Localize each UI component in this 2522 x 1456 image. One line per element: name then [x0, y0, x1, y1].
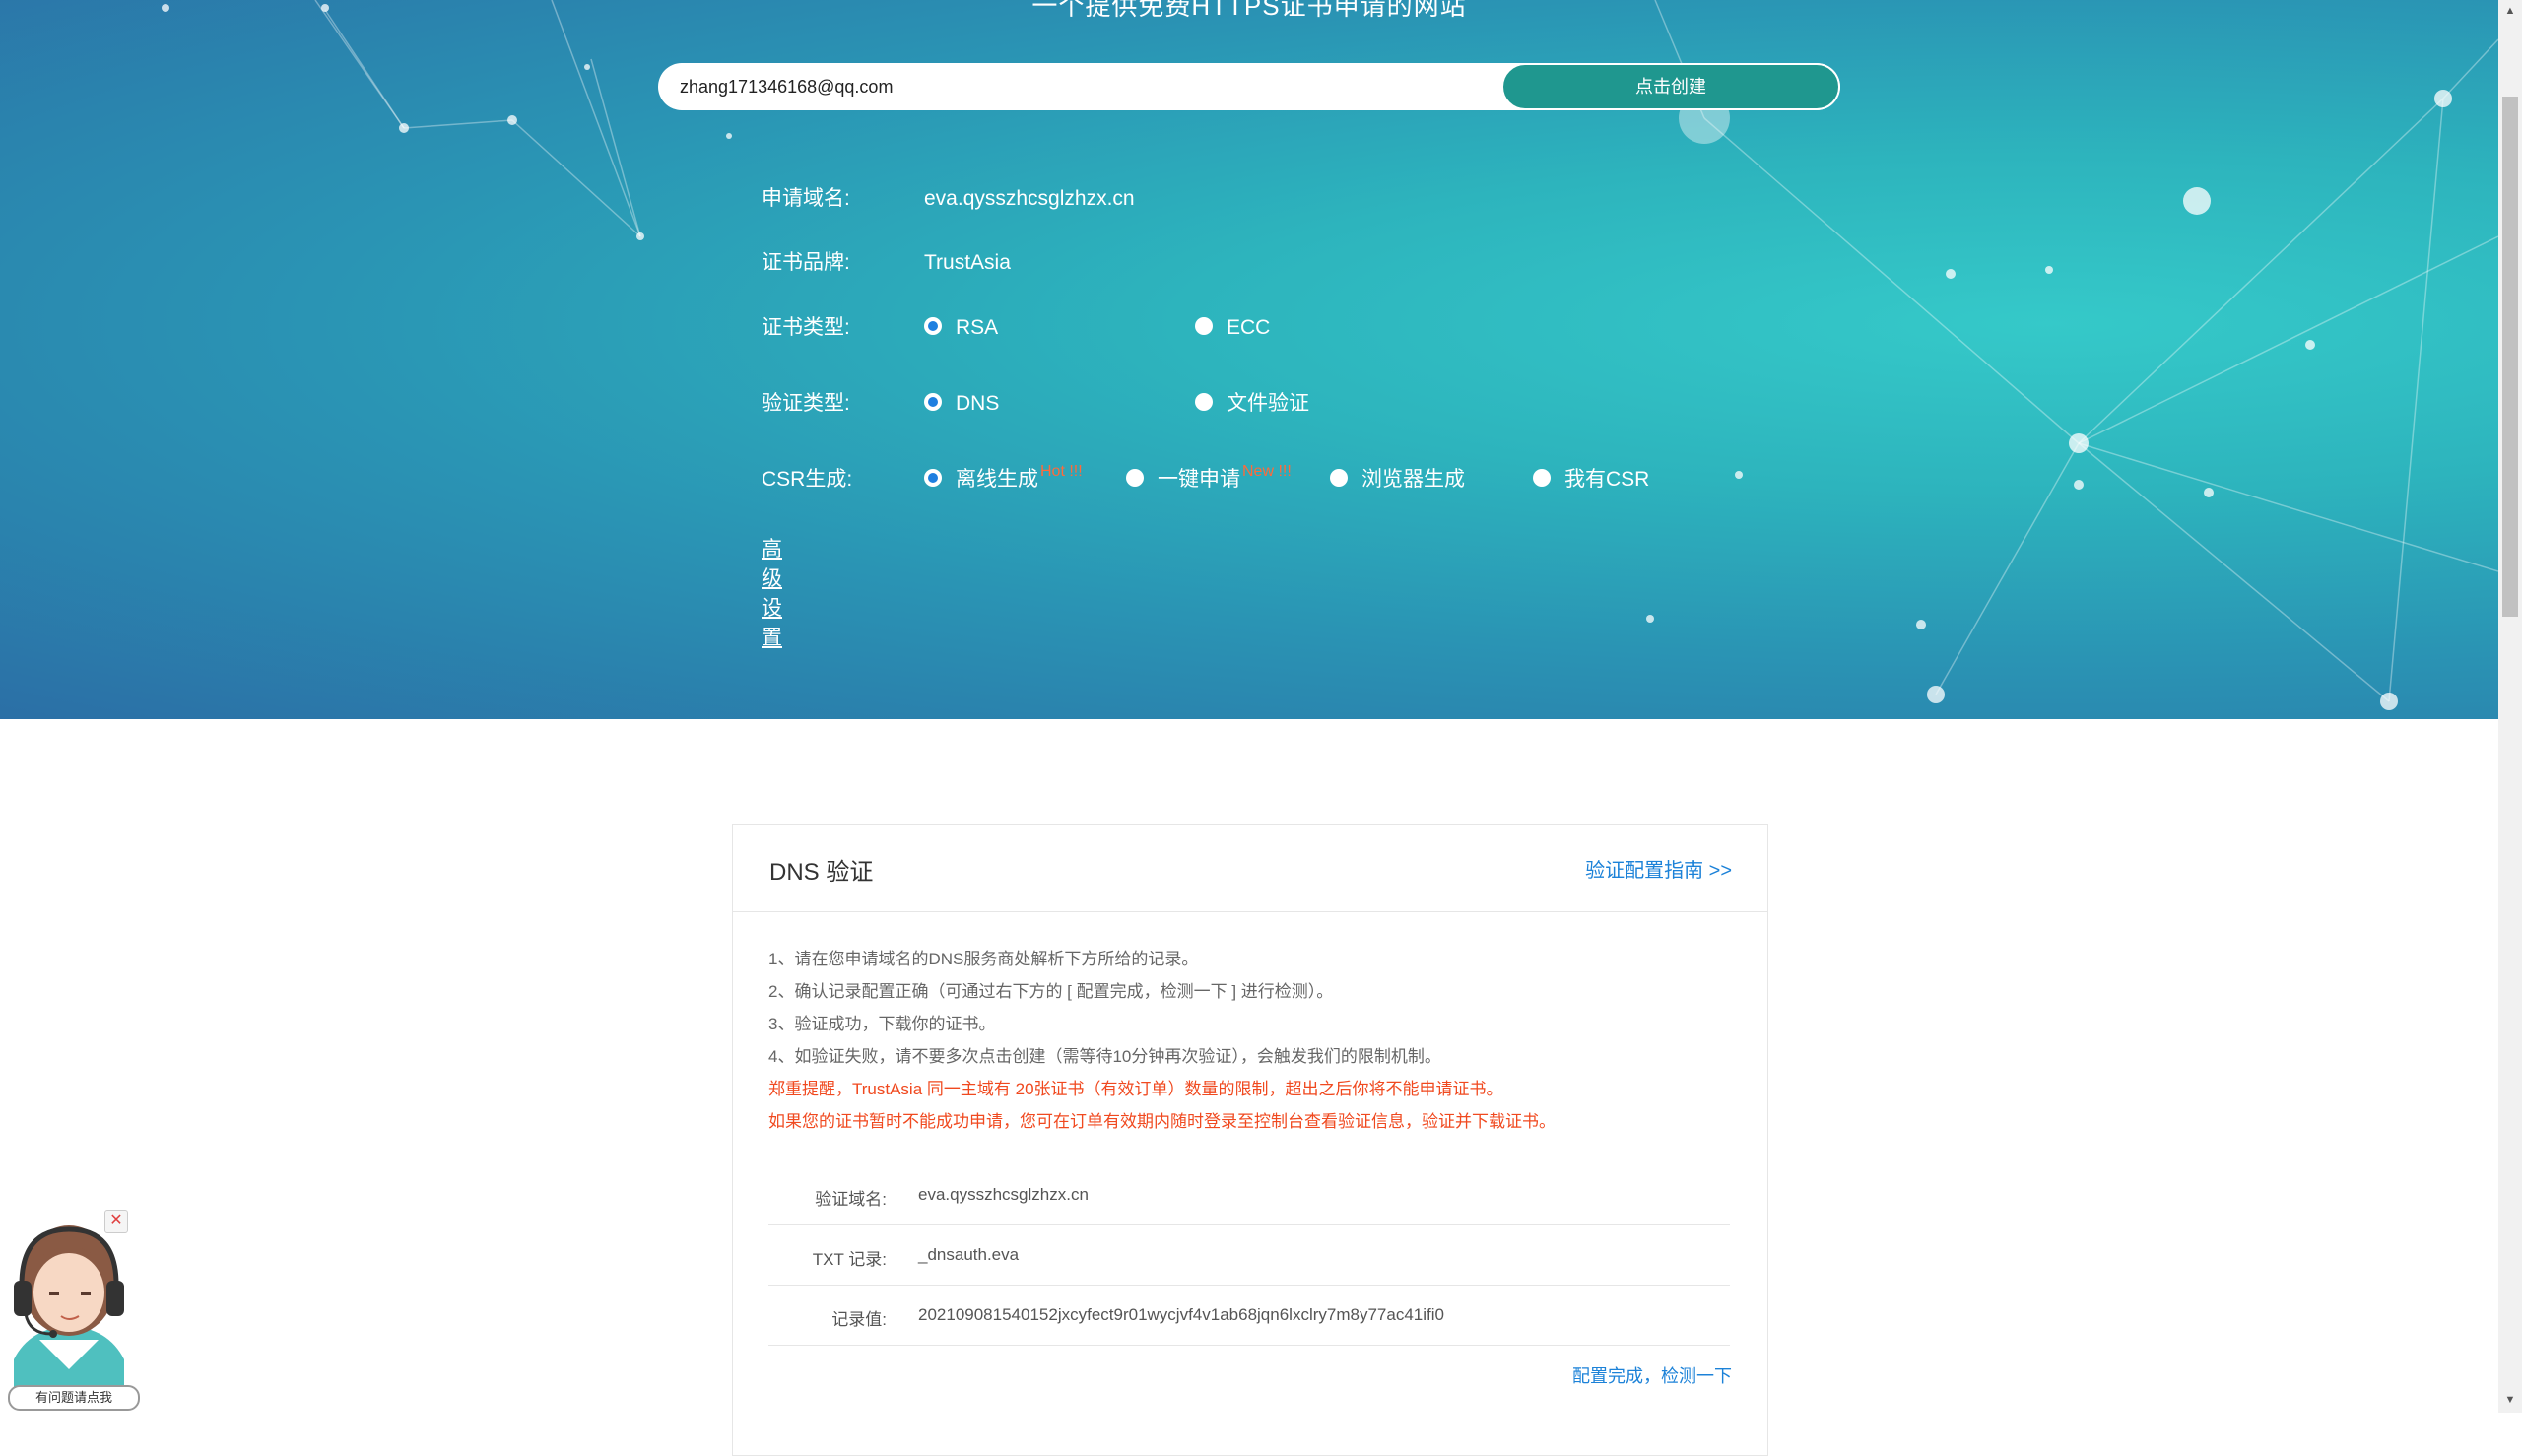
- domain-label: 申请域名:: [762, 187, 850, 210]
- scroll-down-arrow-icon[interactable]: ▼: [2503, 1393, 2517, 1407]
- radio-file-verify[interactable]: 文件验证: [1195, 389, 1309, 419]
- warning-text: 郑重提醒，TrustAsia 同一主域有 20张证书（有效订单）数量的限制，超出…: [768, 1080, 1503, 1098]
- radio-csr-browser[interactable]: 浏览器生成: [1330, 465, 1465, 495]
- csr-label: CSR生成:: [762, 468, 853, 491]
- radio-csr-oneclick[interactable]: 一键申请 New !!!: [1126, 463, 1292, 495]
- scrollbar-thumb[interactable]: [2502, 97, 2518, 617]
- radio-checked-icon: [924, 393, 942, 412]
- verify-type-label: 验证类型:: [762, 392, 850, 415]
- radio-unchecked-icon: [1195, 317, 1213, 336]
- card-header: DNS 验证 验证配置指南 >>: [733, 825, 1767, 912]
- support-avatar-icon: [14, 1225, 124, 1389]
- record-key: 记录值:: [831, 1310, 887, 1329]
- card-title: DNS 验证: [769, 859, 874, 886]
- record-row: 记录值: 202109081540152jxcyfect9r01wycjvf4v…: [768, 1286, 1730, 1346]
- instruction-item: 2、确认记录配置正确（可通过右下方的 [ 配置完成，检测一下 ] 进行检测）。: [768, 982, 1334, 1001]
- record-value: _dnsauth.eva: [918, 1245, 1020, 1264]
- instruction-item: 4、如验证失败，请不要多次点击创建（需等待10分钟再次验证），会触发我们的限制机…: [768, 1047, 1441, 1066]
- support-widget[interactable]: ✕ 有问题请点我: [0, 1202, 148, 1413]
- radio-unchecked-icon: [1533, 469, 1551, 488]
- instruction-list: 1、请在您申请域名的DNS服务商处解析下方所给的记录。 2、确认记录配置正确（可…: [768, 943, 1556, 1138]
- cert-type-label: 证书类型:: [762, 316, 850, 339]
- record-key: 验证域名:: [815, 1190, 887, 1209]
- record-row: 验证域名: eva.qysszhcsglzhzx.cn: [768, 1165, 1730, 1225]
- dns-record-table: 验证域名: eva.qysszhcsglzhzx.cn TXT 记录: _dns…: [768, 1165, 1730, 1346]
- domain-value: eva.qysszhcsglzhzx.cn: [924, 187, 1135, 210]
- create-button[interactable]: 点击创建: [1501, 63, 1840, 110]
- support-label[interactable]: 有问题请点我: [8, 1385, 140, 1411]
- radio-checked-icon: [924, 469, 942, 488]
- radio-dns[interactable]: DNS: [924, 389, 999, 419]
- hero-title: 一个提供免费HTTPS证书申请的网站: [1031, 0, 1467, 21]
- radio-unchecked-icon: [1195, 393, 1213, 412]
- radio-csr-own[interactable]: 我有CSR: [1533, 465, 1649, 495]
- brand-label: 证书品牌:: [762, 251, 850, 274]
- radio-rsa[interactable]: RSA: [924, 313, 998, 343]
- check-config-link[interactable]: 配置完成，检测一下: [1572, 1362, 1732, 1388]
- warning-text: 如果您的证书暂时不能成功申请，您可在订单有效期内随时登录至控制台查看验证信息，验…: [768, 1112, 1556, 1131]
- new-badge: New !!!: [1242, 463, 1292, 480]
- radio-csr-offline[interactable]: 离线生成 Hot !!!: [924, 463, 1083, 495]
- advanced-settings-link[interactable]: 高级设置: [762, 533, 782, 651]
- brand-value: TrustAsia: [924, 251, 1011, 274]
- radio-unchecked-icon: [1126, 469, 1144, 488]
- record-row: TXT 记录: _dnsauth.eva: [768, 1225, 1730, 1286]
- record-value: 202109081540152jxcyfect9r01wycjvf4v1ab68…: [918, 1305, 1444, 1324]
- record-value: eva.qysszhcsglzhzx.cn: [918, 1185, 1089, 1204]
- hot-badge: Hot !!!: [1040, 463, 1083, 480]
- radio-ecc[interactable]: ECC: [1195, 313, 1270, 343]
- email-bar: 点击创建: [658, 63, 1840, 110]
- email-input[interactable]: [658, 63, 1505, 110]
- scroll-up-arrow-icon[interactable]: ▲: [2503, 4, 2517, 18]
- dns-verify-card: DNS 验证 验证配置指南 >> 1、请在您申请域名的DNS服务商处解析下方所给…: [732, 824, 1768, 1456]
- radio-checked-icon: [924, 317, 942, 336]
- instruction-item: 3、验证成功，下载你的证书。: [768, 1015, 996, 1033]
- record-key: TXT 记录:: [812, 1250, 887, 1269]
- hero-banner: 一个提供免费HTTPS证书申请的网站 点击创建 申请域名: eva.qysszh…: [0, 0, 2498, 719]
- radio-unchecked-icon: [1330, 469, 1348, 488]
- verify-guide-link[interactable]: 验证配置指南 >>: [1585, 854, 1732, 883]
- instruction-item: 1、请在您申请域名的DNS服务商处解析下方所给的记录。: [768, 950, 1199, 968]
